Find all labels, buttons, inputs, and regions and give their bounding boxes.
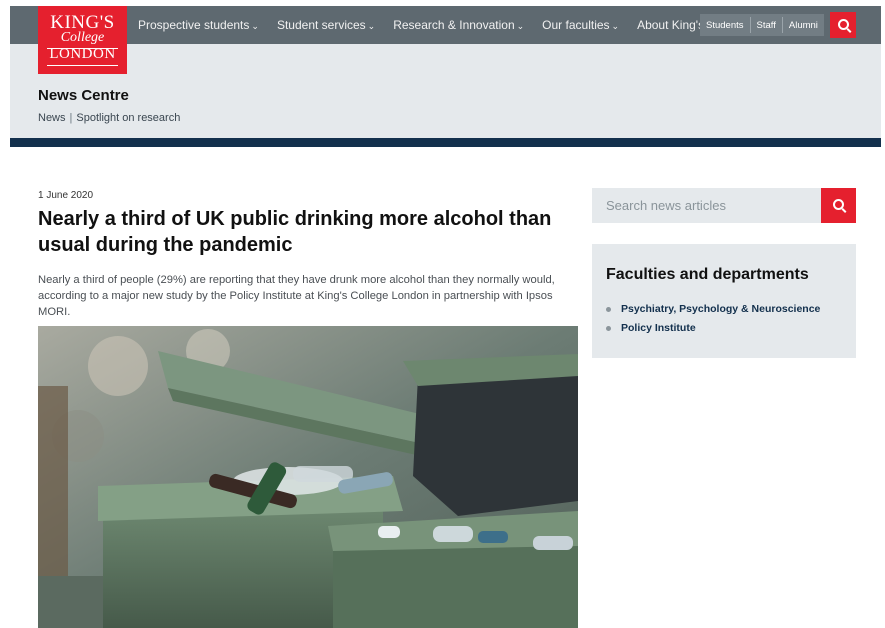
faculty-link-policy-institute[interactable]: Policy Institute	[606, 319, 820, 338]
faculties-heading: Faculties and departments	[606, 266, 809, 283]
logo-rule	[47, 65, 118, 66]
faculty-link-psychiatry[interactable]: Psychiatry, Psychology & Neuroscience	[606, 300, 820, 319]
nav-label: Prospective students	[138, 18, 250, 32]
bins-with-bottles-photo	[38, 326, 578, 628]
audience-alumni-link[interactable]: Alumni	[783, 20, 824, 31]
chevron-down-icon: ⌄	[367, 21, 376, 31]
nav-label: Our faculties	[542, 18, 610, 32]
faculty-label: Policy Institute	[621, 322, 696, 334]
breadcrumb-news[interactable]: News	[38, 112, 66, 124]
faculty-label: Psychiatry, Psychology & Neuroscience	[621, 303, 821, 315]
nav-research-innovation[interactable]: Research & Innovation ⌄	[393, 18, 524, 32]
breadcrumb: News | Spotlight on research	[38, 112, 180, 124]
site-search-button[interactable]	[830, 12, 856, 38]
audience-staff-link[interactable]: Staff	[751, 20, 782, 31]
article-lead: Nearly a third of people (29%) are repor…	[38, 274, 555, 318]
article-title: Nearly a third of UK public drinking mor…	[38, 208, 552, 256]
article-date: 1 June 2020	[38, 190, 94, 201]
search-icon	[833, 199, 844, 210]
chevron-down-icon: ⌄	[516, 21, 525, 31]
nav-label: About King's	[637, 18, 705, 32]
audience-links: Students Staff Alumni	[700, 14, 824, 36]
breadcrumb-spotlight[interactable]: Spotlight on research	[76, 112, 180, 124]
search-icon	[838, 19, 849, 30]
logo-line-2: College	[60, 30, 105, 45]
breadcrumb-separator: |	[69, 112, 73, 124]
nav-our-faculties[interactable]: Our faculties ⌄	[542, 18, 619, 32]
bullet-icon	[606, 325, 611, 331]
bullet-icon	[606, 306, 611, 312]
main-navigation: Prospective students ⌄ Student services ⌄ …	[138, 6, 732, 44]
logo-line-3: LONDON	[49, 46, 116, 62]
nav-prospective-students[interactable]: Prospective students ⌄	[138, 18, 259, 32]
news-search-input[interactable]	[592, 188, 821, 223]
kings-college-london-logo[interactable]: KING'S College LONDON	[38, 6, 127, 74]
nav-label: Student services	[276, 18, 366, 32]
section-title: News Centre	[38, 87, 129, 104]
faculties-list: Psychiatry, Psychology & Neuroscience Po…	[606, 300, 820, 338]
chevron-down-icon: ⌄	[251, 21, 259, 31]
news-search-button[interactable]	[821, 188, 856, 223]
faculties-panel: Faculties and departments Psychiatry, Ps…	[592, 244, 856, 358]
article-image	[38, 326, 578, 628]
divider	[10, 138, 881, 147]
audience-students-link[interactable]: Students	[700, 20, 750, 31]
nav-label: Research & Innovation	[393, 18, 515, 32]
chevron-down-icon: ⌄	[611, 21, 620, 31]
nav-student-services[interactable]: Student services ⌄	[277, 18, 375, 32]
